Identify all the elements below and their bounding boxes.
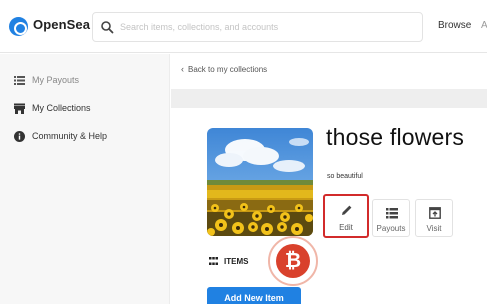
top-header: OpenSea Browse A (0, 0, 487, 53)
items-label: ITEMS (224, 257, 249, 266)
sidebar-item-community-help[interactable]: Community & Help (0, 127, 170, 149)
payouts-button[interactable]: Payouts (372, 199, 410, 237)
collection-description: so beautiful (327, 173, 363, 180)
main-content: ‹ Back to my collections those flowers s… (171, 54, 487, 304)
nav-more-link[interactable]: A (481, 20, 487, 31)
list-icon (386, 208, 398, 219)
collection-image[interactable] (207, 128, 313, 236)
collection-title: those flowers (326, 124, 465, 150)
sidebar-item-my-payouts[interactable]: My Payouts (0, 71, 170, 93)
sidebar: My Payouts My Collections Community & He… (0, 54, 170, 304)
sidebar-item-label: My Payouts (32, 75, 80, 85)
add-new-item-button[interactable]: Add New Item (207, 287, 301, 304)
back-link-label: Back to my collections (188, 65, 268, 74)
sidebar-item-label: Community & Help (32, 131, 108, 141)
external-icon (429, 207, 441, 219)
items-section-heading: ITEMS (209, 257, 248, 266)
search-input[interactable] (120, 18, 415, 36)
bitcoin-watermark-icon: ₿ (268, 236, 318, 286)
brand-name[interactable]: OpenSea (33, 17, 90, 32)
list-icon (14, 76, 25, 85)
nav-browse-link[interactable]: Browse (438, 20, 471, 31)
bitcoin-symbol: ₿ (276, 244, 310, 278)
search-icon (101, 21, 114, 34)
edit-button-label: Edit (339, 223, 353, 232)
info-icon (14, 131, 25, 142)
edit-button[interactable]: Edit (323, 194, 369, 238)
sidebar-item-label: My Collections (32, 103, 91, 113)
search-bar[interactable] (92, 12, 423, 42)
grid-icon (209, 257, 218, 265)
back-to-collections-link[interactable]: ‹ Back to my collections (181, 64, 267, 74)
visit-button[interactable]: Visit (415, 199, 453, 237)
storefront-icon (14, 103, 25, 114)
chevron-left-icon: ‹ (181, 64, 184, 74)
payouts-button-label: Payouts (376, 224, 406, 233)
pencil-icon (342, 205, 352, 215)
opensea-logo-icon[interactable] (9, 17, 28, 36)
sidebar-item-my-collections[interactable]: My Collections (0, 99, 170, 121)
collection-banner (171, 89, 487, 108)
visit-button-label: Visit (426, 224, 442, 233)
